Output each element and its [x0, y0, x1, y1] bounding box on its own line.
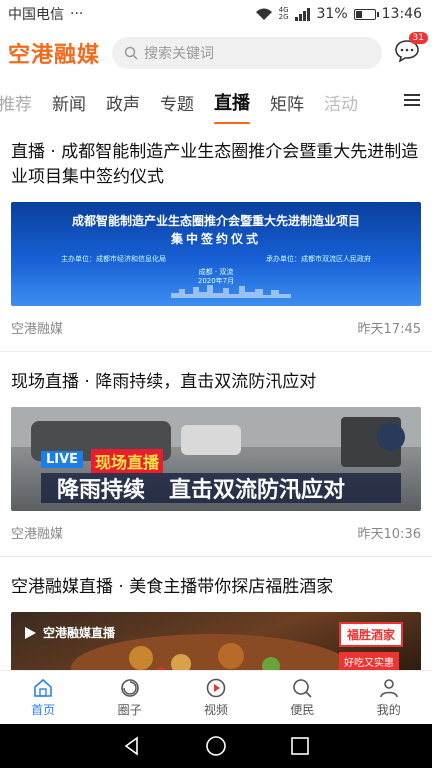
- search-icon: [124, 46, 138, 60]
- play-logo-icon: [25, 626, 36, 639]
- nav-video-label: 视频: [203, 703, 228, 717]
- search-icon: [293, 679, 312, 698]
- live-brand: 空港融媒直播: [23, 624, 115, 641]
- live-tag: LIVE: [41, 451, 84, 468]
- skyline-graphic: [171, 285, 291, 298]
- app-logo: 空港融媒: [8, 43, 101, 68]
- nav-video[interactable]: 视频: [186, 677, 246, 718]
- thumbnail-host: 主办单位：成都市经济和信息化局: [61, 255, 166, 263]
- article-title[interactable]: 空港融媒直播 · 美食主播带你探店福胜酒家: [11, 571, 421, 600]
- battery-fill: [355, 10, 362, 18]
- message-badge: 31: [408, 32, 428, 44]
- clock: 13:46: [381, 6, 422, 22]
- live-caption-right: 直击双流防汛应对: [169, 478, 346, 503]
- wifi-icon: [255, 8, 272, 20]
- nav-home-label: 首页: [31, 703, 56, 717]
- thumbnail-organizer: 承办单位：成都市双流区人民政府: [266, 255, 371, 263]
- tab-events[interactable]: 活动: [314, 90, 368, 115]
- article-time: 昨天17:45: [357, 322, 421, 337]
- article-source: 空港融媒: [11, 527, 64, 542]
- back-icon[interactable]: [122, 736, 142, 756]
- battery-percent: 31%: [316, 6, 348, 22]
- nav-circle-label: 圈子: [117, 703, 142, 717]
- article-source: 空港融媒: [11, 322, 64, 337]
- article-thumbnail[interactable]: LIVE 现场直播 降雨持续 直击双流防汛应对: [11, 407, 421, 511]
- thumbnail-organizers: 主办单位：成都市经济和信息化局 承办单位：成都市双流区人民政府: [11, 254, 421, 264]
- tab-recommend[interactable]: 推荐: [0, 90, 42, 115]
- thumbnail-place: 成都 · 双流: [198, 268, 234, 276]
- tab-policy[interactable]: 政声: [96, 90, 150, 115]
- list-item[interactable]: 直播 · 成都智能制造产业生态圈推介会暨重大先进制造业项目集中签约仪式 成都智能…: [0, 136, 432, 352]
- news-feed: 直播 · 成都智能制造产业生态圈推介会暨重大先进制造业项目集中签约仪式 成都智能…: [0, 136, 432, 686]
- tab-topics[interactable]: 专题: [150, 90, 204, 115]
- nav-profile-label: 我的: [376, 703, 401, 717]
- battery-icon: [353, 8, 379, 20]
- nav-services-label: 便民: [290, 703, 315, 717]
- status-left: 中国电信 ···: [8, 4, 83, 24]
- article-meta: 空港融媒 昨天17:45: [11, 306, 421, 351]
- list-item[interactable]: 空港融媒直播 · 美食主播带你探店福胜酒家 空港融媒直播 福胜酒家 好吃又实惠: [0, 571, 432, 686]
- home-icon: [34, 678, 52, 697]
- user-icon: [379, 679, 398, 698]
- article-thumbnail[interactable]: 成都智能制造产业生态圈推介会暨重大先进制造业项目 集中签约仪式 主办单位：成都市…: [11, 202, 421, 306]
- recents-icon[interactable]: [290, 736, 310, 756]
- status-bar: 中国电信 ··· 4G 2G 31% 13:46: [0, 0, 432, 28]
- thumbnail-title-line1: 成都智能制造产业生态圈推介会暨重大先进制造业项目: [71, 214, 360, 228]
- circle-icon: [120, 679, 139, 697]
- message-button[interactable]: 31: [394, 32, 428, 66]
- live-caption-left: 降雨持续: [57, 478, 146, 503]
- status-right: 4G 2G 31% 13:46: [255, 6, 422, 22]
- system-nav-bar: [0, 724, 432, 768]
- carrier-label: 中国电信: [8, 7, 64, 23]
- video-icon: [206, 678, 226, 698]
- menu-icon[interactable]: [404, 92, 420, 108]
- network-type-2g: 2G: [278, 13, 289, 21]
- nav-home[interactable]: 首页: [13, 677, 73, 718]
- channel-tabs: 推荐 新闻 政声 专题 直播 矩阵 活动: [0, 80, 432, 124]
- nav-services[interactable]: 便民: [272, 677, 332, 718]
- network-type: 4G 2G: [279, 7, 289, 21]
- nav-circle[interactable]: 圈子: [100, 677, 160, 718]
- live-caption: 降雨持续 直击双流防汛应对: [41, 473, 401, 503]
- list-item[interactable]: 现场直播 · 降雨持续，直击双流防汛应对 LIVE 现场直播 降雨持续 直击双流…: [0, 366, 432, 557]
- live-brand-label: 空港融媒直播: [43, 626, 116, 640]
- article-meta: 空港融媒 昨天10:36: [11, 511, 421, 556]
- article-time: 昨天10:36: [357, 527, 421, 542]
- bottom-nav: 首页 圈子 视频 便民 我的: [0, 670, 432, 724]
- live-label: 现场直播: [91, 449, 164, 473]
- signal-icon: [294, 8, 310, 21]
- search-placeholder: 搜索关键词: [144, 46, 214, 62]
- home-circle-icon[interactable]: [205, 735, 227, 757]
- thumbnail-title-line2: 集中签约仪式: [170, 232, 261, 246]
- tab-live[interactable]: 直播: [204, 89, 260, 124]
- notification-dots: ···: [70, 6, 84, 22]
- article-title[interactable]: 直播 · 成都智能制造产业生态圈推介会暨重大先进制造业项目集中签约仪式: [11, 136, 421, 190]
- shop-sign: 福胜酒家: [338, 622, 403, 647]
- tab-matrix[interactable]: 矩阵: [260, 90, 314, 115]
- search-input[interactable]: 搜索关键词: [112, 37, 382, 69]
- shop-slogan: 好吃又实惠: [339, 652, 399, 671]
- nav-profile[interactable]: 我的: [359, 677, 419, 718]
- tab-news[interactable]: 新闻: [42, 90, 96, 115]
- app-header: 空港融媒 搜索关键词 31: [0, 30, 432, 76]
- article-title[interactable]: 现场直播 · 降雨持续，直击双流防汛应对: [11, 366, 421, 395]
